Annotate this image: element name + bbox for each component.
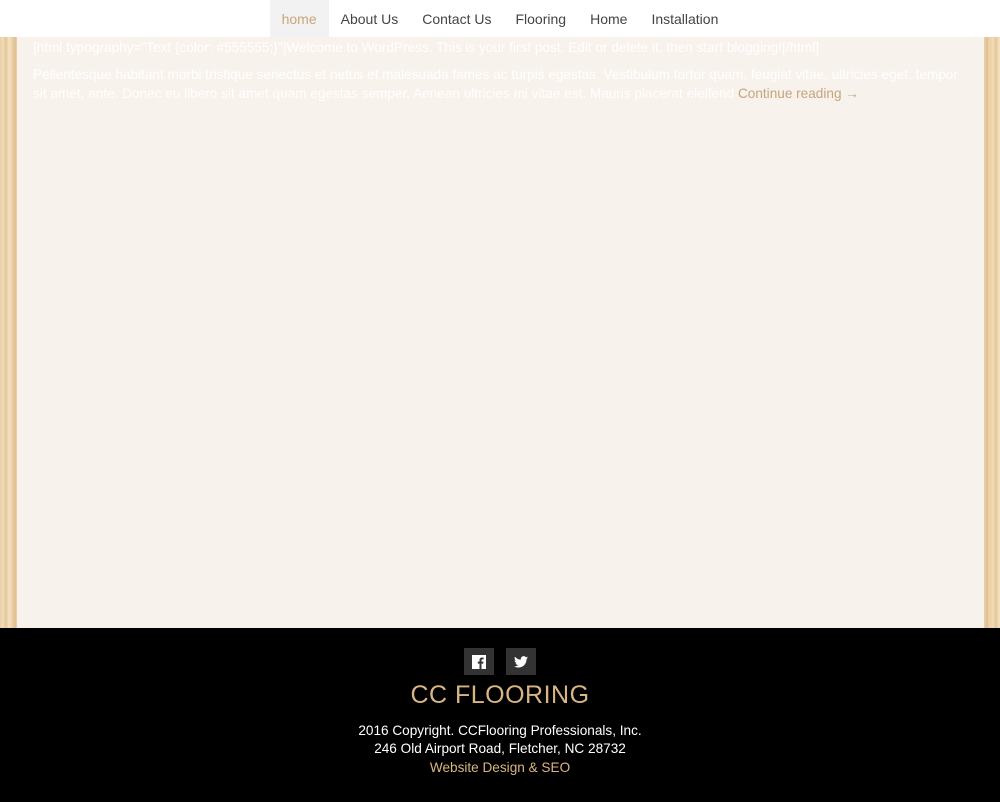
nav-item-flooring[interactable]: Flooring <box>503 0 578 37</box>
main-menu: home About Us Contact Us Flooring Home I… <box>269 0 731 37</box>
nav-item-home[interactable]: home <box>269 0 329 37</box>
website-design-link[interactable]: Website Design & SEO <box>0 760 1000 775</box>
copyright-text: 2016 Copyright. CCFlooring Professionals… <box>358 723 642 738</box>
facebook-button[interactable] <box>464 648 494 675</box>
nav-item-home-2[interactable]: Home <box>578 0 639 37</box>
nav-item-about-us[interactable]: About Us <box>329 0 411 37</box>
nav-item-installation[interactable]: Installation <box>639 0 730 37</box>
content-panel <box>17 36 984 628</box>
footer: CC FLOORING 2016 Copyright. CCFlooring P… <box>0 628 1000 802</box>
top-navigation: home About Us Contact Us Flooring Home I… <box>0 0 1000 37</box>
nav-item-contact-us[interactable]: Contact Us <box>410 0 503 37</box>
footer-brand: CC FLOORING <box>410 681 590 709</box>
facebook-icon <box>472 654 486 669</box>
post-excerpt: [html typography="Text {color: #555555;}… <box>33 38 973 111</box>
continue-reading-link[interactable]: Continue reading → <box>738 86 859 101</box>
twitter-button[interactable] <box>506 648 536 675</box>
social-links <box>464 648 536 675</box>
post-body: Pellentesque habitant morbi tristique se… <box>33 65 973 103</box>
twitter-icon <box>514 655 528 668</box>
post-title-line: [html typography="Text {color: #555555;}… <box>33 40 820 55</box>
address-text: 246 Old Airport Road, Fletcher, NC 28732 <box>374 741 626 756</box>
